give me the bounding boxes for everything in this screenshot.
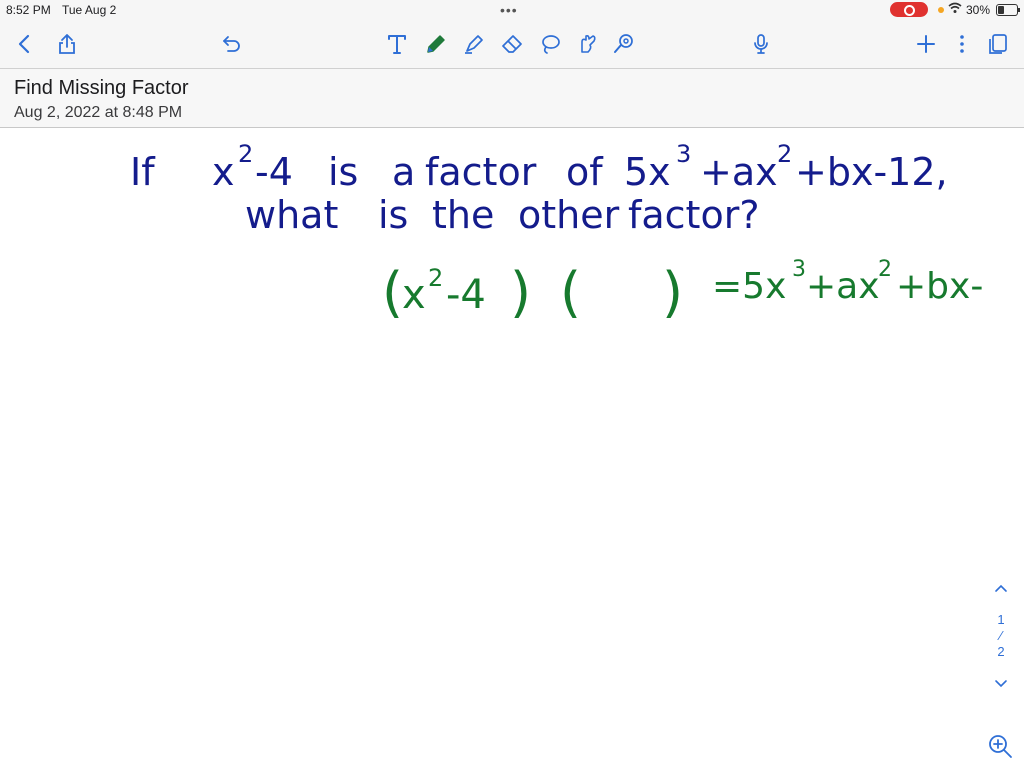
line2-word-the: the <box>432 193 494 237</box>
line2-word-what: what <box>245 193 338 237</box>
back-chevron-icon[interactable] <box>10 29 40 59</box>
page-down-chevron-icon[interactable] <box>992 674 1010 692</box>
lasso-icon[interactable] <box>535 29 565 59</box>
line1-exp-2b: 2 <box>777 140 792 168</box>
line3-minus4: -4 <box>446 272 486 318</box>
line3-exp-3: 3 <box>792 257 806 282</box>
mic-in-use-indicator-icon <box>938 7 944 13</box>
line1-word-factor: factor <box>425 150 537 194</box>
line1-minus4: -4 <box>255 150 293 194</box>
line2-word-other: other <box>518 193 620 237</box>
status-bar: 8:52 PM Tue Aug 2 ••• 30% <box>0 0 1024 20</box>
line1-plus-bx-12: +bx-12, <box>795 150 948 194</box>
drawing-canvas[interactable]: If x²-4 is a factor of 5x³+ax²+bx-12, wh… <box>0 128 1024 768</box>
eraser-icon[interactable] <box>497 29 527 59</box>
battery-percent: 30% <box>966 3 991 17</box>
line3-close-paren-2: ) <box>662 261 683 324</box>
line1-exp-2: 2 <box>238 140 253 168</box>
wifi-icon <box>948 2 962 17</box>
line3-exp-2b: 2 <box>878 257 892 282</box>
line2-word-factor: factor? <box>628 193 760 237</box>
screen-recording-icon[interactable] <box>890 2 928 17</box>
line1-word-is: is <box>328 150 358 194</box>
multitasking-dots-icon[interactable]: ••• <box>500 2 518 18</box>
page-up-chevron-icon[interactable] <box>992 580 1010 598</box>
handwriting-ink: If x 2 -4 is a factor of 5x 3 +ax 2 +bx-… <box>130 140 983 324</box>
zoom-magnifier-icon[interactable] <box>984 730 1016 762</box>
more-icon[interactable] <box>947 29 977 59</box>
line3-open-paren-2: ( <box>560 261 581 324</box>
undo-icon[interactable] <box>217 29 247 59</box>
shapes-icon[interactable] <box>573 29 603 59</box>
page-navigator: 1 ⁄ 2 <box>986 578 1016 698</box>
current-page-number: 1 <box>997 612 1005 627</box>
status-time: 8:52 PM <box>6 3 51 17</box>
notes-toolbar <box>0 20 1024 69</box>
line1-plus-ax: +ax <box>700 150 778 194</box>
highlighter-icon[interactable] <box>459 29 489 59</box>
status-date: Tue Aug 2 <box>62 3 117 17</box>
blue-handwriting: If x 2 -4 is a factor of 5x 3 +ax 2 +bx-… <box>130 140 948 237</box>
line3-open-paren: ( <box>382 261 403 324</box>
line1-word-of: of <box>566 150 604 194</box>
line1-5x: 5x <box>624 150 671 194</box>
line3-plus-ax: +ax <box>806 266 880 307</box>
battery-icon <box>996 4 1020 16</box>
line3-plus-bx: +bx- <box>896 266 983 307</box>
note-header: Find Missing Factor Aug 2, 2022 at 8:48 … <box>0 69 1024 128</box>
line2-word-is: is <box>378 193 408 237</box>
image-tool-icon[interactable] <box>609 29 639 59</box>
line3-exp-2: 2 <box>428 264 443 292</box>
total-page-number: 2 <box>997 644 1005 659</box>
line1-exp-3: 3 <box>676 140 691 168</box>
add-icon[interactable] <box>911 29 941 59</box>
pages-icon[interactable] <box>983 29 1013 59</box>
line3-x: x <box>402 272 426 318</box>
line3-equals-5x: =5x <box>712 266 786 307</box>
note-title[interactable]: Find Missing Factor <box>14 77 189 100</box>
line1-x: x <box>212 150 235 194</box>
line3-close-paren: ) <box>510 261 531 324</box>
line1-word-if: If <box>130 150 156 194</box>
note-date: Aug 2, 2022 at 8:48 PM <box>14 104 183 121</box>
share-icon[interactable] <box>52 29 82 59</box>
page-number-divider: ⁄ <box>999 628 1003 643</box>
pen-tool-icon[interactable] <box>421 29 451 59</box>
line1-word-a: a <box>392 150 415 194</box>
green-handwriting: ( x 2 -4 ) ( ) =5x 3 +ax 2 +bx- <box>382 257 983 324</box>
text-tool-icon[interactable] <box>382 29 412 59</box>
microphone-icon[interactable] <box>746 29 776 59</box>
